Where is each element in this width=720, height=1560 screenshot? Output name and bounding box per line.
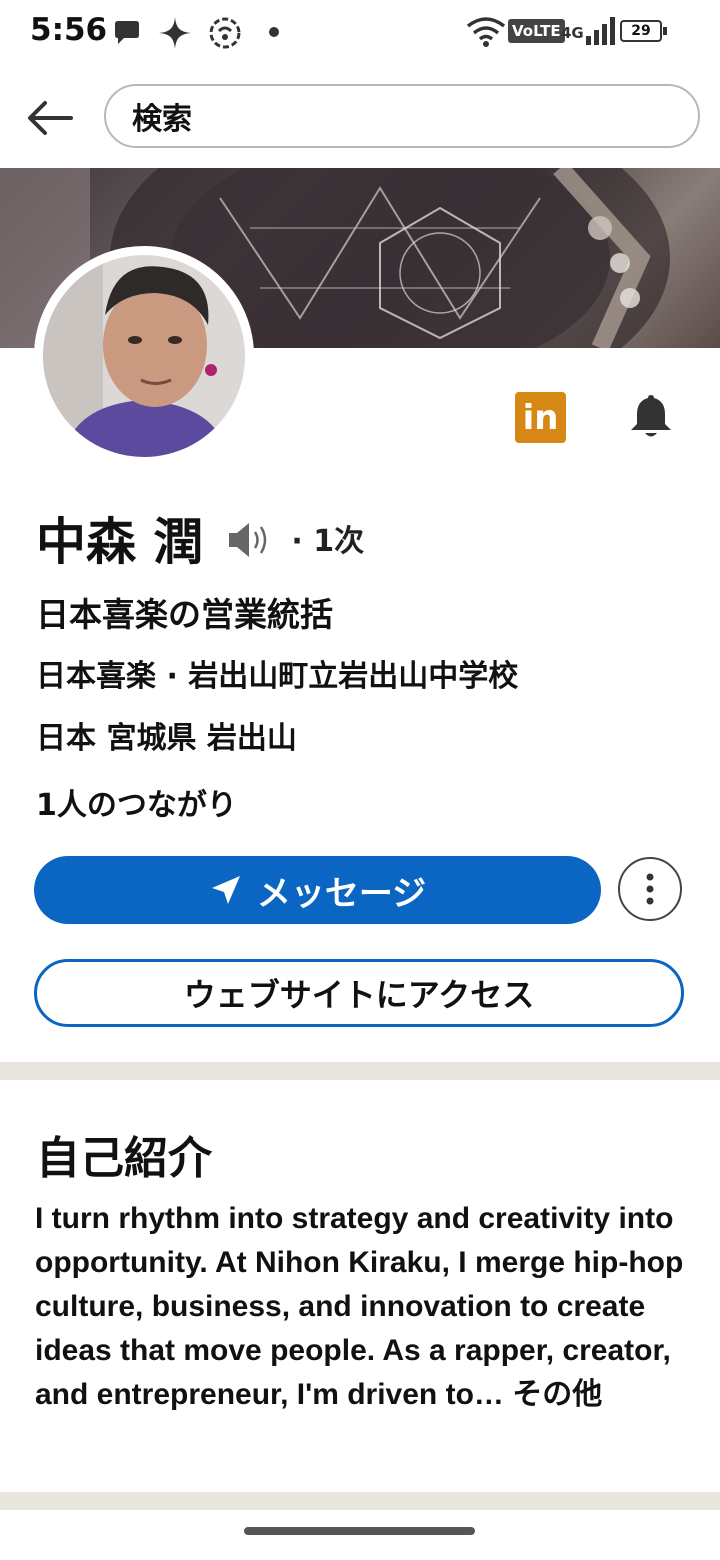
hotspot-icon — [209, 17, 241, 49]
about-section-title: 自己紹介 — [36, 1133, 212, 1184]
linkedin-badge-icon[interactable]: in — [515, 392, 566, 443]
more-options-button[interactable] — [618, 857, 682, 921]
section-divider — [0, 1492, 720, 1510]
battery-tip — [663, 27, 667, 35]
about-text: I turn rhythm into strategy and creativi… — [35, 1197, 690, 1417]
dot-icon — [269, 27, 279, 37]
search-input[interactable]: 検索 — [104, 84, 700, 148]
profile-name: 中森 潤 — [36, 513, 204, 571]
volte-badge: VoLTE — [508, 19, 565, 43]
visit-website-label: ウェブサイトにアクセス — [183, 976, 535, 1014]
visit-website-button[interactable]: ウェブサイトにアクセス — [34, 959, 684, 1027]
section-divider — [0, 1062, 720, 1080]
network-type-label: 4G — [561, 24, 584, 42]
battery-icon: 29 — [620, 20, 662, 42]
search-input-text: 検索 — [132, 102, 192, 137]
connection-degree: · 1次 — [291, 524, 365, 559]
message-button-label: メッセージ — [256, 873, 427, 914]
message-button[interactable]: メッセージ — [34, 856, 601, 924]
gesture-nav-handle[interactable] — [244, 1527, 475, 1535]
status-bar: 5:56 VoLTE 4G 29 — [0, 0, 720, 64]
battery-level: 29 — [631, 23, 651, 39]
more-vertical-icon — [646, 873, 654, 905]
sparkle-icon — [159, 17, 191, 49]
back-button[interactable] — [22, 94, 78, 142]
profile-photo — [43, 255, 245, 457]
back-arrow-icon — [28, 101, 73, 135]
wifi-icon — [466, 17, 506, 47]
linkedin-badge-text: in — [522, 397, 559, 438]
avatar[interactable] — [43, 255, 245, 457]
notification-bell-icon[interactable] — [628, 392, 674, 440]
profile-headline: 日本喜楽の営業統括 — [36, 595, 333, 634]
name-pronunciation-speaker-icon[interactable] — [227, 520, 271, 560]
profile-location: 日本 宮城県 岩出山 — [36, 721, 297, 756]
see-more-link[interactable]: その他 — [504, 1378, 602, 1411]
profile-company-school[interactable]: 日本喜楽 · 岩出山町立岩出山中学校 — [36, 651, 518, 695]
send-icon — [211, 876, 240, 904]
signal-icon — [586, 17, 615, 45]
status-time: 5:56 — [30, 12, 108, 48]
name-row: 中森 潤 · 1次 — [36, 502, 364, 574]
connections-count[interactable]: 1人のつながり — [36, 780, 237, 824]
chat-bubble-icon — [115, 21, 139, 44]
